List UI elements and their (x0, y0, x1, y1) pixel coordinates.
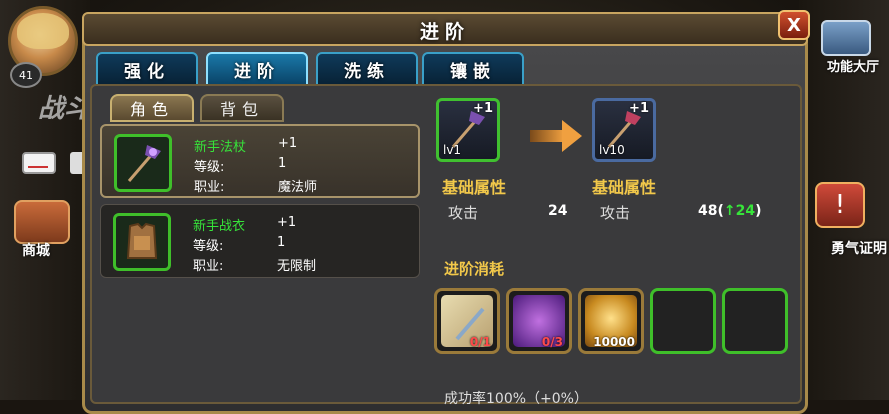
material-slot[interactable]: 0/3 (506, 288, 572, 354)
next-attack-close: ) (755, 203, 762, 219)
item-job-label: 职业: (193, 259, 224, 274)
item-level-value: 1 (278, 156, 287, 171)
current-attr-title: 基础属性 (442, 178, 507, 197)
tab-inlay[interactable]: 镶嵌 (422, 52, 524, 86)
arrow-icon (530, 130, 564, 142)
slot-level: lv1 (443, 143, 462, 157)
close-button[interactable]: X (778, 10, 810, 40)
tab-enhance[interactable]: 强化 (96, 52, 198, 86)
tab-advance[interactable]: 进阶 (206, 52, 308, 86)
window-title: 进阶 (419, 21, 470, 43)
attack-gain: ↑24 (723, 203, 756, 219)
material-slot[interactable]: 0/1 (434, 288, 500, 354)
empty-material-slot[interactable] (722, 288, 788, 354)
item-name: 新手战衣 (193, 219, 246, 234)
shop-label: 商城 (22, 243, 50, 259)
tab-refine[interactable]: 洗练 (316, 52, 418, 86)
list-item[interactable]: 新手法杖 +1 等级: 1 职业: 魔法师 (100, 124, 420, 198)
subtab-character[interactable]: 角色 (110, 94, 194, 122)
next-attack-value: 48(↑24) (698, 203, 762, 219)
brave-proof-icon[interactable]: ! (815, 182, 865, 228)
staff-icon (127, 145, 161, 182)
item-job-value: 无限制 (277, 259, 317, 274)
item-list-pane: 角色 背包 新手法杖 +1 等级: 1 职业: 魔法师 新手战衣 +1 等级: … (96, 90, 426, 400)
item-slot (113, 213, 171, 271)
avatar-hair (17, 13, 69, 49)
item-name: 新手法杖 (194, 140, 247, 155)
next-attack-base: 48( (698, 203, 724, 219)
next-equip-slot[interactable]: +1 lv10 (592, 98, 656, 162)
subtab-bag[interactable]: 背包 (200, 94, 284, 122)
player-level-badge: 41 (10, 62, 42, 88)
upgrade-pane: +1 lv1 +1 lv10 基础属性 基础属性 攻击 24 攻击 48(↑24… (430, 90, 800, 407)
title-bar: 进阶 (82, 6, 808, 46)
slot-level: lv10 (599, 143, 625, 157)
slot-plus: +1 (473, 101, 493, 116)
function-hall-icon[interactable] (821, 20, 871, 56)
current-equip-slot[interactable]: +1 lv1 (436, 98, 500, 162)
material-count: 0/1 (469, 335, 491, 349)
item-job-label: 职业: (194, 180, 225, 195)
item-plus: +1 (277, 215, 297, 230)
current-attack-value: 24 (548, 203, 568, 219)
item-job-value: 魔法师 (278, 180, 318, 195)
brave-proof-label: 勇气证明 (831, 241, 887, 257)
success-rate: 成功率100%（+0%） (444, 391, 588, 407)
empty-material-slot[interactable] (650, 288, 716, 354)
current-attack-label: 攻击 (448, 204, 479, 222)
function-hall-label: 功能大厅 (826, 60, 879, 75)
mail-icon[interactable] (22, 152, 56, 174)
item-level-value: 1 (277, 235, 286, 250)
next-attack-label: 攻击 (600, 204, 631, 222)
material-count: 10000 (593, 335, 635, 349)
cost-title: 进阶消耗 (444, 260, 505, 278)
item-plus: +1 (278, 136, 298, 151)
shop-icon[interactable] (14, 200, 70, 244)
arrow-head-icon (562, 120, 582, 152)
list-item[interactable]: 新手战衣 +1 等级: 1 职业: 无限制 (100, 204, 420, 278)
material-count: 0/3 (541, 335, 563, 349)
item-slot (114, 134, 172, 192)
item-level-label: 等级: (194, 160, 225, 175)
item-level-label: 等级: (193, 239, 224, 254)
slot-plus: +1 (629, 101, 649, 116)
next-attr-title: 基础属性 (592, 178, 657, 197)
material-slot[interactable]: 10000 (578, 288, 644, 354)
armor-icon (126, 222, 158, 259)
